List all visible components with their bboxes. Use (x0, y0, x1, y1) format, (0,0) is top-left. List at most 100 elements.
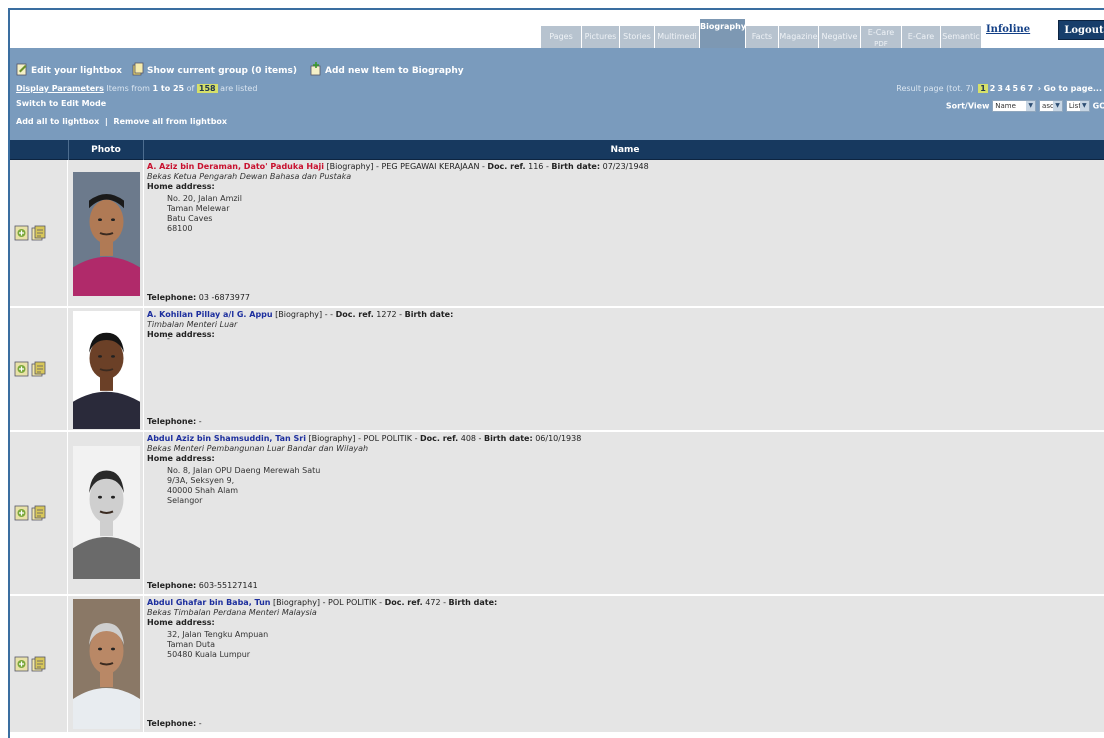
doc-ref-label: Doc. ref. (384, 598, 423, 607)
toolbar-panel: Edit your lightbox Show current group (0… (10, 48, 1104, 140)
lightbox-add-icon[interactable] (14, 225, 29, 241)
tab-bar: Pages Pictures Stories Multimedi Biography Fa… (10, 10, 1104, 48)
switch-edit-mode-link[interactable]: Switch to Edit Mode (16, 99, 106, 108)
items-of: of (186, 84, 195, 93)
row-actions (10, 308, 68, 430)
page-link-2[interactable]: 2 (990, 84, 996, 93)
tab-sublabel: PDF (874, 40, 888, 48)
page-link-7[interactable]: 7 (1028, 84, 1034, 93)
sort-field-select[interactable]: Name ▼ (992, 100, 1037, 112)
row-title-line: A. Kohilan Pillay a/l G. Appu [Biography… (147, 310, 454, 319)
edit-lightbox-icon (16, 63, 27, 76)
doc-ref-value: 472 (425, 598, 441, 607)
sort-view-label: Sort/View (945, 101, 990, 111)
tab-negative[interactable]: Negative (819, 26, 861, 48)
page-link-4[interactable]: 4 (1005, 84, 1011, 93)
display-parameters-link[interactable]: Display Parameters (16, 84, 104, 93)
row-info: Abdul Aziz bin Shamsuddin, Tan Sri [Biog… (147, 434, 1102, 506)
edit-document-icon[interactable] (31, 656, 46, 672)
lightbox-add-icon[interactable] (14, 361, 29, 377)
address-line: 40000 Shah Alam (167, 486, 239, 495)
birth-date-label: Birth date: (404, 310, 454, 319)
edit-document-icon[interactable] (31, 361, 46, 377)
doc-ref-label: Doc. ref. (420, 434, 459, 443)
person-photo[interactable] (73, 172, 140, 296)
person-name-link[interactable]: A. Kohilan Pillay a/l G. Appu (147, 310, 273, 319)
page-link-6[interactable]: 6 (1020, 84, 1026, 93)
next-page-icon[interactable]: › (1038, 84, 1041, 93)
home-address: - (167, 334, 1102, 344)
address-line: 9/3A, Seksyen 9, (167, 476, 235, 485)
table-row: Abdul Aziz bin Shamsuddin, Tan Sri [Biog… (10, 432, 1104, 596)
infoline-link[interactable]: Infoline (986, 24, 1030, 35)
table-row: A. Kohilan Pillay a/l G. Appu [Biography… (10, 308, 1104, 432)
page-link-3[interactable]: 3 (997, 84, 1003, 93)
tab-biography[interactable]: Biography (700, 19, 746, 48)
person-photo[interactable] (73, 446, 140, 579)
result-pager: Result page (tot. 7) 1234567 › Go to pag… (896, 84, 1102, 93)
person-name-link[interactable]: A. Aziz bin Deraman, Dato' Paduka Haji (147, 162, 324, 171)
home-address: No. 20, Jalan Amzil Taman Melewar Batu Cav… (167, 194, 1102, 234)
add-item-label: Add new Item to Biography (325, 66, 464, 76)
tab-label: Magazine (779, 32, 818, 41)
tab-stories[interactable]: Stories (620, 26, 655, 48)
telephone-line: Telephone: 603-55127141 (147, 581, 258, 590)
telephone-value: 603-55127141 (198, 581, 258, 590)
person-description: Bekas Timbalan Perdana Menteri Malaysia (147, 608, 317, 617)
lightbox-links: Add all to lightbox | Remove all from li… (16, 117, 227, 126)
address-line: Selangor (167, 496, 203, 505)
telephone-label: Telephone: (147, 581, 197, 590)
address-line: - (167, 334, 170, 343)
tab-semantic[interactable]: Semantic (941, 26, 982, 48)
doc-ref-value: 1272 (376, 310, 397, 319)
row-info: Abdul Ghafar bin Baba, Tun [Biography] -… (147, 598, 1102, 660)
telephone-line: Telephone: - (147, 719, 202, 728)
remove-all-lightbox-link[interactable]: Remove all from lightbox (113, 117, 227, 126)
edit-document-icon[interactable] (31, 225, 46, 241)
person-photo[interactable] (73, 599, 140, 729)
edit-lightbox-button[interactable]: Edit your lightbox (16, 62, 122, 76)
go-to-page-link[interactable]: Go to page... (1044, 84, 1102, 93)
row-actions (10, 596, 68, 732)
tab-e-care-pdf[interactable]: E-Care PDF (861, 26, 902, 48)
items-total-badge: 158 (196, 84, 218, 93)
birth-date-label: Birth date: (484, 434, 533, 443)
logout-button[interactable]: Logout (1058, 20, 1104, 40)
page-link-5[interactable]: 5 (1013, 84, 1019, 93)
address-line: 68100 (167, 224, 193, 233)
row-title-line: Abdul Ghafar bin Baba, Tun [Biography] -… (147, 598, 498, 607)
tab-magazine[interactable]: Magazine (779, 26, 819, 48)
table-row: Abdul Ghafar bin Baba, Tun [Biography] -… (10, 596, 1104, 734)
go-button[interactable]: GO (1093, 102, 1104, 111)
sort-order-select[interactable]: asc ▼ (1039, 100, 1064, 112)
tab-label: Pages (549, 32, 573, 41)
tab-pictures[interactable]: Pictures (582, 26, 620, 48)
tab-facts[interactable]: Facts (746, 26, 779, 48)
tab-e-care[interactable]: E-Care (902, 26, 941, 48)
birth-date-value: 07/23/1948 (602, 162, 649, 171)
tab-label: Stories (623, 32, 651, 41)
view-select[interactable]: List ▼ (1065, 100, 1090, 112)
tab-pages[interactable]: Pages (541, 26, 582, 48)
telephone-line: Telephone: - (147, 417, 202, 426)
page-link-1[interactable]: 1 (978, 84, 988, 93)
add-item-button[interactable]: Add new Item to Biography (310, 62, 464, 76)
column-header-name: Name (610, 145, 640, 155)
lightbox-add-icon[interactable] (14, 656, 29, 672)
doc-ref-value: 116 (528, 162, 544, 171)
display-parameters-line: Display Parameters Items from 1 to 25 of… (16, 84, 257, 93)
telephone-value: - (198, 417, 202, 426)
person-name-link[interactable]: Abdul Aziz bin Shamsuddin, Tan Sri (147, 434, 306, 443)
show-group-button[interactable]: Show current group (0 items) (132, 62, 297, 76)
edit-document-icon[interactable] (31, 505, 46, 521)
record-type: [Biography] (275, 310, 323, 319)
telephone-value: 03 -6873977 (198, 293, 251, 302)
row-actions (10, 160, 68, 306)
home-address-label: Home address: (147, 182, 215, 191)
person-name-link[interactable]: Abdul Ghafar bin Baba, Tun (147, 598, 271, 607)
tab-multimedi[interactable]: Multimedi (655, 26, 700, 48)
lightbox-add-icon[interactable] (14, 505, 29, 521)
person-photo[interactable] (73, 311, 140, 429)
add-all-lightbox-link[interactable]: Add all to lightbox (16, 117, 99, 126)
doc-ref-value: 408 (460, 434, 477, 443)
